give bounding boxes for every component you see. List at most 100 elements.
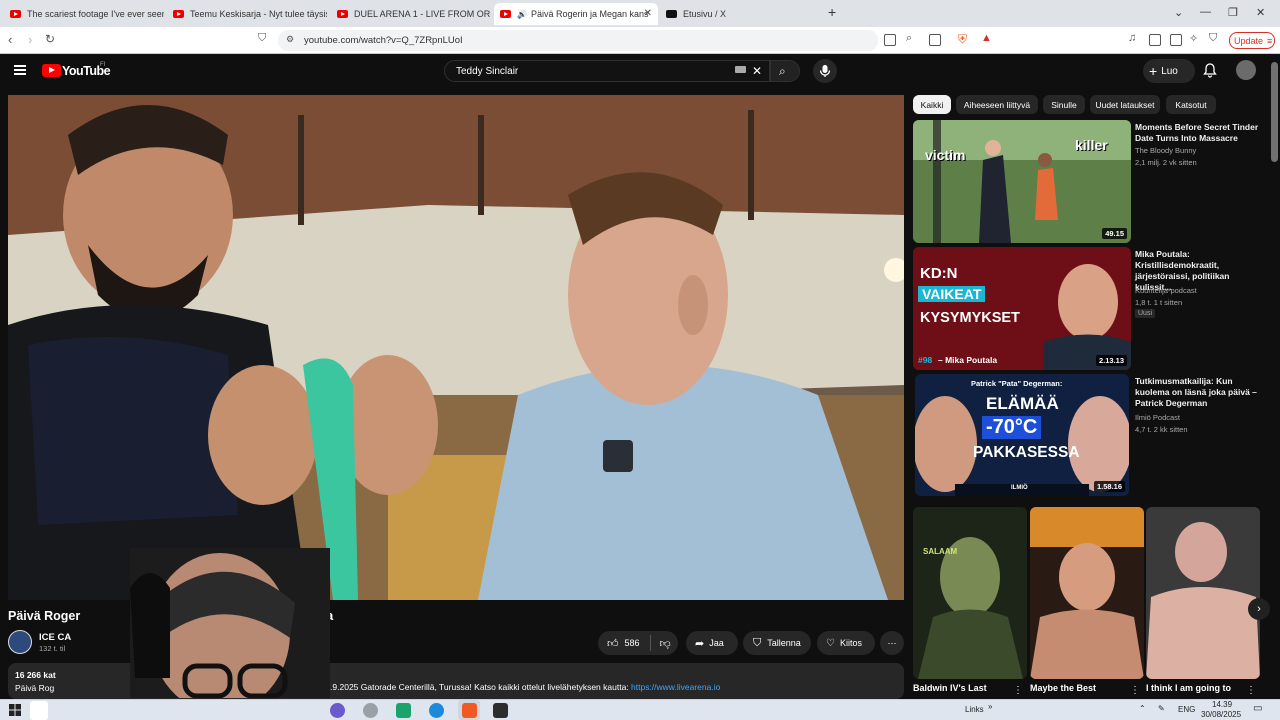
- channel-avatar[interactable]: [8, 630, 32, 654]
- restore-icon[interactable]: ❐: [1228, 6, 1238, 19]
- update-button[interactable]: Update ≡: [1229, 32, 1275, 49]
- site-info-icon[interactable]: ⚙: [286, 34, 294, 45]
- chip-all[interactable]: Kaikki: [913, 95, 951, 114]
- search-input[interactable]: Teddy Sinclair ✕: [444, 60, 770, 82]
- bookmark-icon[interactable]: ⛉: [258, 32, 266, 45]
- dislike-icon[interactable]: 👎︎: [660, 637, 671, 650]
- more-actions-button[interactable]: ⋯: [880, 631, 904, 655]
- wallet-icon[interactable]: ⛉: [1209, 32, 1217, 45]
- youtube-logo-icon[interactable]: [42, 64, 61, 77]
- youtube-favicon-icon: [500, 10, 511, 18]
- close-window-icon[interactable]: ✕: [1256, 6, 1265, 19]
- new-tab-button[interactable]: +: [828, 4, 836, 20]
- channel-name[interactable]: The Bloody Bunny: [1135, 146, 1196, 156]
- windows-start-icon[interactable]: [9, 704, 21, 716]
- channel-name[interactable]: Ilmiö Podcast: [1135, 413, 1180, 423]
- forward-icon[interactable]: ›: [28, 32, 32, 47]
- chip-related[interactable]: Aiheeseen liittyvä: [956, 95, 1038, 114]
- short-thumbnail[interactable]: [1030, 507, 1144, 679]
- steam-icon[interactable]: [363, 703, 378, 718]
- thumbnail-text-victim: victim: [925, 147, 966, 163]
- keyboard-icon[interactable]: [735, 66, 746, 73]
- channel-subscribers: 132 t. til: [39, 644, 66, 653]
- short-title[interactable]: Baldwin IV's Last: [913, 683, 987, 693]
- taskbar-app-icon[interactable]: [30, 701, 48, 720]
- search-button[interactable]: ⌕: [770, 60, 800, 82]
- translate-icon[interactable]: [884, 34, 896, 46]
- short-menu-icon[interactable]: ⋮: [1013, 685, 1023, 696]
- edge-icon[interactable]: [429, 703, 444, 718]
- cast-icon[interactable]: [929, 34, 941, 46]
- zoom-icon[interactable]: ⌕: [906, 32, 912, 45]
- voice-search-button[interactable]: [813, 59, 837, 83]
- url-input[interactable]: ⚙ youtube.com/watch?v=Q_7ZRpnLUoI: [278, 30, 878, 51]
- extensions-icon[interactable]: ✧: [1189, 32, 1198, 45]
- like-count[interactable]: 586: [625, 638, 640, 648]
- clear-search-icon[interactable]: ✕: [752, 64, 762, 78]
- chip-label: Aiheeseen liittyvä: [963, 99, 1031, 110]
- share-label: Jaa: [709, 638, 724, 648]
- brave-shield-icon[interactable]: ⛨: [958, 32, 967, 47]
- clock-date[interactable]: 30/08/2025: [1201, 710, 1241, 719]
- language-indicator[interactable]: ENG: [1178, 705, 1195, 714]
- browser-tab[interactable]: The scariest footage I've ever seen...: [4, 3, 164, 25]
- music-icon[interactable]: ♫: [1128, 32, 1136, 44]
- notifications-icon[interactable]: ▭: [1253, 703, 1262, 714]
- brave-rewards-icon[interactable]: ▲: [981, 32, 992, 44]
- brave-icon[interactable]: [462, 703, 477, 718]
- share-icon: ➦: [695, 637, 705, 650]
- browser-tab[interactable]: DUEL ARENA 1 - LIVE FROM ORLAND: [331, 3, 491, 25]
- short-thumbnail[interactable]: SALAAM: [913, 507, 1027, 679]
- short-title[interactable]: I think I am going to: [1146, 683, 1231, 693]
- short-title[interactable]: Maybe the Best: [1030, 683, 1096, 693]
- chip-recently-uploaded[interactable]: Uudet lataukset: [1090, 95, 1160, 114]
- short-menu-icon[interactable]: ⋮: [1130, 685, 1140, 696]
- account-avatar[interactable]: [1236, 60, 1256, 80]
- description-text: ssa 19.9.2025 Gatorade Centerillä, Turus…: [305, 682, 720, 692]
- create-button[interactable]: + Luo: [1143, 59, 1195, 83]
- channel-name[interactable]: ICE CA: [39, 632, 71, 643]
- thumbnail-text-line3: KYSYMYKSET: [920, 310, 1020, 326]
- short-menu-icon[interactable]: ⋮: [1246, 685, 1256, 696]
- short-thumbnail[interactable]: [1146, 507, 1260, 679]
- links-toolbar[interactable]: Links: [965, 705, 984, 714]
- thumbnail-text-line2: -70°C: [982, 416, 1042, 439]
- browser-tab[interactable]: Etusivu / X: [660, 3, 820, 25]
- discord-icon[interactable]: [330, 703, 345, 718]
- video-title[interactable]: Moments Before Secret Tinder Date Turns …: [1135, 122, 1265, 144]
- notifications-bell-icon[interactable]: [1203, 63, 1217, 78]
- thanks-button[interactable]: ♡ Kiitos: [817, 631, 875, 655]
- tab-search-icon[interactable]: ⌄: [1174, 6, 1183, 19]
- share-button[interactable]: ➦ Jaa: [686, 631, 738, 655]
- chip-for-you[interactable]: Sinulle: [1043, 95, 1085, 114]
- pen-icon[interactable]: ✎: [1158, 704, 1165, 713]
- hamburger-menu-icon[interactable]: [14, 65, 26, 75]
- description-link[interactable]: https://www.livearena.io: [631, 682, 720, 692]
- minimize-icon[interactable]: —: [1200, 6, 1211, 18]
- thumbnail-text-line3: PAKKASESSA: [973, 444, 1080, 461]
- chip-watched[interactable]: Katsotut: [1166, 95, 1216, 114]
- video-thumbnail[interactable]: Patrick "Pata" Degerman: ELÄMÄÄ -70°C PA…: [915, 374, 1129, 496]
- save-button[interactable]: ⛉ Tallenna: [743, 631, 811, 655]
- clock-time[interactable]: 14.39: [1212, 700, 1232, 709]
- app-icon[interactable]: [396, 703, 411, 718]
- video-player[interactable]: [8, 95, 904, 600]
- browser-tab[interactable]: Teemu Keskisarja - Nyt tulee täysisi: [167, 3, 327, 25]
- shelf-next-button[interactable]: ›: [1248, 598, 1270, 620]
- reload-icon[interactable]: ↻: [45, 32, 55, 46]
- sidebar-icon[interactable]: [1149, 34, 1161, 46]
- video-thumbnail[interactable]: KD:N VAIKEAT KYSYMYKSET #98 – Mika Pouta…: [913, 247, 1131, 370]
- video-thumbnail[interactable]: victim killer 49.15: [913, 120, 1131, 243]
- tab-groups-icon[interactable]: [1170, 34, 1182, 46]
- obs-icon[interactable]: [493, 703, 508, 718]
- microphone-icon: [819, 65, 831, 77]
- tray-overflow-icon[interactable]: ⌃: [1139, 704, 1146, 713]
- video-title[interactable]: Tutkimusmatkailija: Kun kuolema on läsnä…: [1135, 376, 1265, 409]
- links-expand-icon[interactable]: »: [988, 702, 992, 711]
- browser-tab-active[interactable]: 🔊 Päivä Rogerin ja Megan kans ✕: [494, 3, 658, 25]
- back-icon[interactable]: ‹: [8, 32, 12, 47]
- channel-name[interactable]: Kuuntelija-podcast: [1135, 286, 1197, 296]
- page-scrollbar[interactable]: [1271, 62, 1278, 162]
- like-icon[interactable]: 👍︎: [607, 637, 619, 650]
- close-tab-icon[interactable]: ✕: [644, 8, 652, 19]
